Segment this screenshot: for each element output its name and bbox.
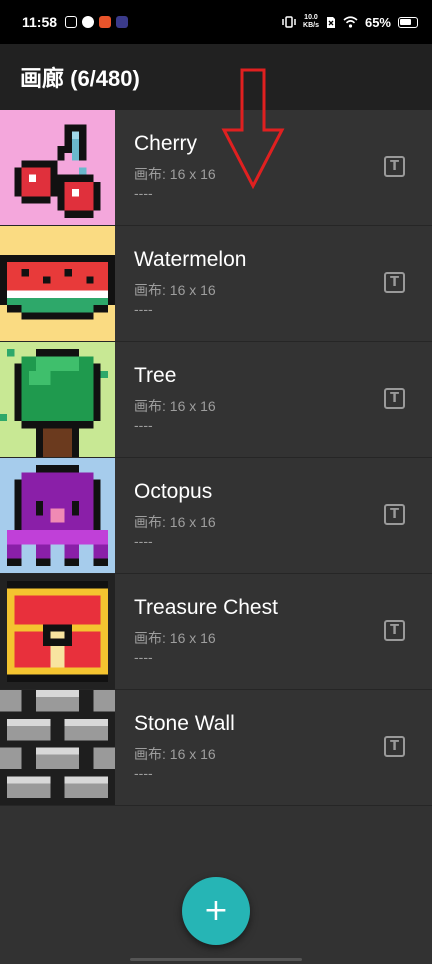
cherry-thumbnail [0, 110, 115, 225]
wifi-icon [343, 16, 358, 28]
network-speed-unit: KB/s [303, 22, 319, 29]
item-description: ---- [134, 417, 153, 433]
notification-app-icon [116, 16, 129, 28]
octopus-thumbnail [0, 458, 115, 573]
gallery-item[interactable]: Tree 画布: 16 x 16 ---- T [0, 342, 432, 458]
item-name: Tree [134, 364, 177, 387]
battery-icon [398, 16, 418, 28]
text-type-icon[interactable]: T [384, 388, 405, 409]
stone-wall-pixel-art [0, 690, 115, 805]
vibrate-icon [282, 16, 296, 28]
stone-wall-thumbnail [0, 690, 115, 805]
notification-app-icon [82, 16, 95, 28]
text-type-icon[interactable]: T [384, 620, 405, 641]
gallery-item[interactable]: Watermelon 画布: 16 x 16 ---- T [0, 226, 432, 342]
item-description: ---- [134, 533, 153, 549]
octopus-pixel-art [0, 458, 115, 573]
gallery-item[interactable]: Treasure Chest 画布: 16 x 16 ---- T [0, 574, 432, 690]
notification-app-icon [65, 16, 78, 28]
item-description: ---- [134, 185, 153, 201]
text-type-icon[interactable]: T [384, 272, 405, 293]
app-bar: 画廊 (6/480) [0, 44, 432, 110]
status-indicators: 10.0 KB/s 65% [282, 14, 418, 30]
gallery-item[interactable]: Cherry 画布: 16 x 16 ---- T [0, 110, 432, 226]
no-sim-icon [326, 16, 335, 28]
navigation-handle [130, 958, 302, 961]
network-speed-value: 10.0 [304, 14, 318, 21]
treasure-chest-thumbnail [0, 574, 115, 689]
gallery-item[interactable]: Stone Wall 画布: 16 x 16 ---- T [0, 690, 432, 806]
notification-app-icon [99, 16, 112, 28]
gallery-item[interactable]: Octopus 画布: 16 x 16 ---- T [0, 458, 432, 574]
page-title: 画廊 (6/480) [20, 66, 140, 91]
item-name: Stone Wall [134, 712, 235, 735]
watermelon-pixel-art [0, 226, 115, 341]
text-type-icon[interactable]: T [384, 504, 405, 525]
status-time: 11:58 [22, 14, 58, 30]
text-type-icon[interactable]: T [384, 156, 405, 177]
network-speed: 10.0 KB/s [303, 14, 319, 30]
item-name: Treasure Chest [134, 596, 278, 619]
battery-percent: 65% [364, 14, 391, 30]
tree-thumbnail [0, 342, 115, 457]
treasure-chest-pixel-art [0, 574, 115, 689]
add-button[interactable]: + [182, 877, 250, 945]
text-type-icon[interactable]: T [384, 736, 405, 757]
item-name: Octopus [134, 480, 213, 503]
tree-pixel-art [0, 342, 115, 457]
cherry-pixel-art [0, 110, 115, 225]
item-description: ---- [134, 765, 153, 781]
item-description: ---- [134, 301, 153, 317]
item-name: Watermelon [134, 248, 247, 271]
item-description: ---- [134, 649, 153, 665]
notification-icons [65, 16, 129, 28]
item-name: Cherry [134, 132, 198, 155]
status-bar: 11:58 10.0 KB/s 65% [0, 0, 432, 44]
watermelon-thumbnail [0, 226, 115, 341]
gallery-list: Cherry 画布: 16 x 16 ---- T Watermelon 画布:… [0, 110, 432, 806]
plus-icon: + [203, 893, 229, 928]
